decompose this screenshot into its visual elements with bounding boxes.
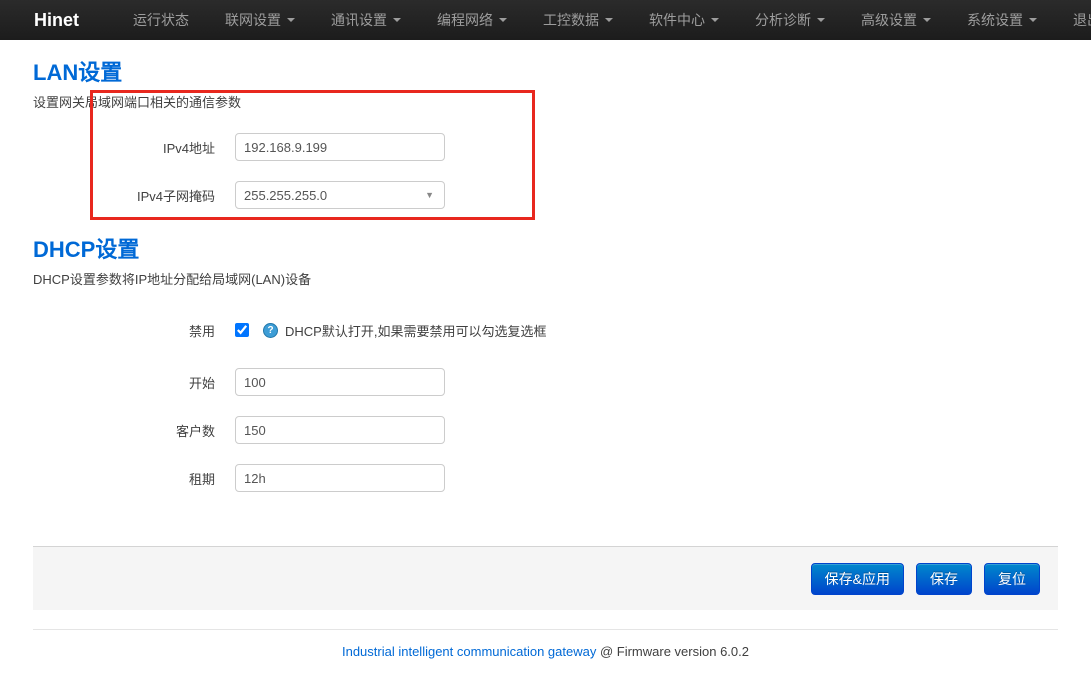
dhcp-leasetime-input[interactable] xyxy=(235,464,445,492)
dhcp-clients-input[interactable] xyxy=(235,416,445,444)
nav-item-software-center[interactable]: 软件中心 xyxy=(637,0,731,41)
chevron-down-icon xyxy=(711,18,719,22)
footer-firmware-text: @ Firmware version 6.0.2 xyxy=(600,644,749,659)
ipv4-netmask-select[interactable]: 255.255.255.0 ▼ xyxy=(235,181,445,209)
nav-item-logout[interactable]: 退出 xyxy=(1061,0,1091,41)
chevron-down-icon xyxy=(499,18,507,22)
chevron-down-icon xyxy=(393,18,401,22)
save-button[interactable]: 保存 xyxy=(916,563,972,595)
dhcp-start-row: 开始 xyxy=(33,368,1058,396)
nav-item-advanced-settings[interactable]: 高级设置 xyxy=(849,0,943,41)
dhcp-section-title: DHCP设置 xyxy=(33,237,1058,263)
dhcp-disable-hint: DHCP默认打开,如果需要禁用可以勾选复选框 xyxy=(285,321,546,340)
nav-menu: 运行状态 联网设置 通讯设置 编程网络 工控数据 软件中心 分析诊断 高级设置 … xyxy=(121,0,1091,41)
dhcp-clients-label: 客户数 xyxy=(33,421,215,440)
chevron-down-icon: ▼ xyxy=(425,190,436,200)
lan-section-title: LAN设置 xyxy=(33,60,1058,86)
dhcp-leasetime-row: 租期 xyxy=(33,464,1058,492)
footer-divider xyxy=(33,629,1058,630)
chevron-down-icon xyxy=(1029,18,1037,22)
dhcp-section-description: DHCP设置参数将IP地址分配给局域网(LAN)设备 xyxy=(33,269,1058,288)
ipv4-address-row: IPv4地址 xyxy=(33,133,1058,161)
ipv4-address-input[interactable] xyxy=(235,133,445,161)
nav-item-analysis-diagnosis[interactable]: 分析诊断 xyxy=(743,0,837,41)
chevron-down-icon xyxy=(287,18,295,22)
dhcp-start-label: 开始 xyxy=(33,373,215,392)
dhcp-start-input[interactable] xyxy=(235,368,445,396)
lan-section-description: 设置网关局域网端口相关的通信参数 xyxy=(33,92,1058,111)
nav-item-run-status[interactable]: 运行状态 xyxy=(121,0,201,41)
dhcp-leasetime-label: 租期 xyxy=(33,469,215,488)
dhcp-form: 禁用 ? DHCP默认打开,如果需要禁用可以勾选复选框 开始 客户数 租期 xyxy=(33,316,1058,492)
chevron-down-icon xyxy=(605,18,613,22)
dhcp-clients-row: 客户数 xyxy=(33,416,1058,444)
footer: Industrial intelligent communication gat… xyxy=(0,644,1091,659)
top-navbar: Hinet 运行状态 联网设置 通讯设置 编程网络 工控数据 软件中心 分析诊断… xyxy=(0,0,1091,40)
ipv4-netmask-row: IPv4子网掩码 255.255.255.0 ▼ xyxy=(33,181,1058,209)
save-apply-button[interactable]: 保存&应用 xyxy=(811,563,904,595)
reset-button[interactable]: 复位 xyxy=(984,563,1040,595)
lan-form: IPv4地址 IPv4子网掩码 255.255.255.0 ▼ xyxy=(33,133,1058,209)
nav-item-comm-settings[interactable]: 通讯设置 xyxy=(319,0,413,41)
help-icon: ? xyxy=(263,323,278,338)
nav-item-programming-network[interactable]: 编程网络 xyxy=(425,0,519,41)
dhcp-disable-checkbox[interactable] xyxy=(235,323,249,337)
brand-logo[interactable]: Hinet xyxy=(20,10,93,31)
nav-item-system-settings[interactable]: 系统设置 xyxy=(955,0,1049,41)
dhcp-disable-row: 禁用 ? DHCP默认打开,如果需要禁用可以勾选复选框 xyxy=(33,316,1058,344)
nav-item-industrial-data[interactable]: 工控数据 xyxy=(531,0,625,41)
chevron-down-icon xyxy=(817,18,825,22)
ipv4-address-label: IPv4地址 xyxy=(33,138,215,157)
main-content: LAN设置 设置网关局域网端口相关的通信参数 IPv4地址 IPv4子网掩码 2… xyxy=(0,60,1091,492)
ipv4-netmask-label: IPv4子网掩码 xyxy=(33,186,215,205)
ipv4-netmask-selected-value: 255.255.255.0 xyxy=(244,188,327,203)
footer-gateway-link[interactable]: Industrial intelligent communication gat… xyxy=(342,644,596,659)
nav-item-network-settings[interactable]: 联网设置 xyxy=(213,0,307,41)
dhcp-disable-label: 禁用 xyxy=(33,321,215,340)
page-actions-bar: 保存&应用 保存 复位 xyxy=(33,546,1058,610)
chevron-down-icon xyxy=(923,18,931,22)
